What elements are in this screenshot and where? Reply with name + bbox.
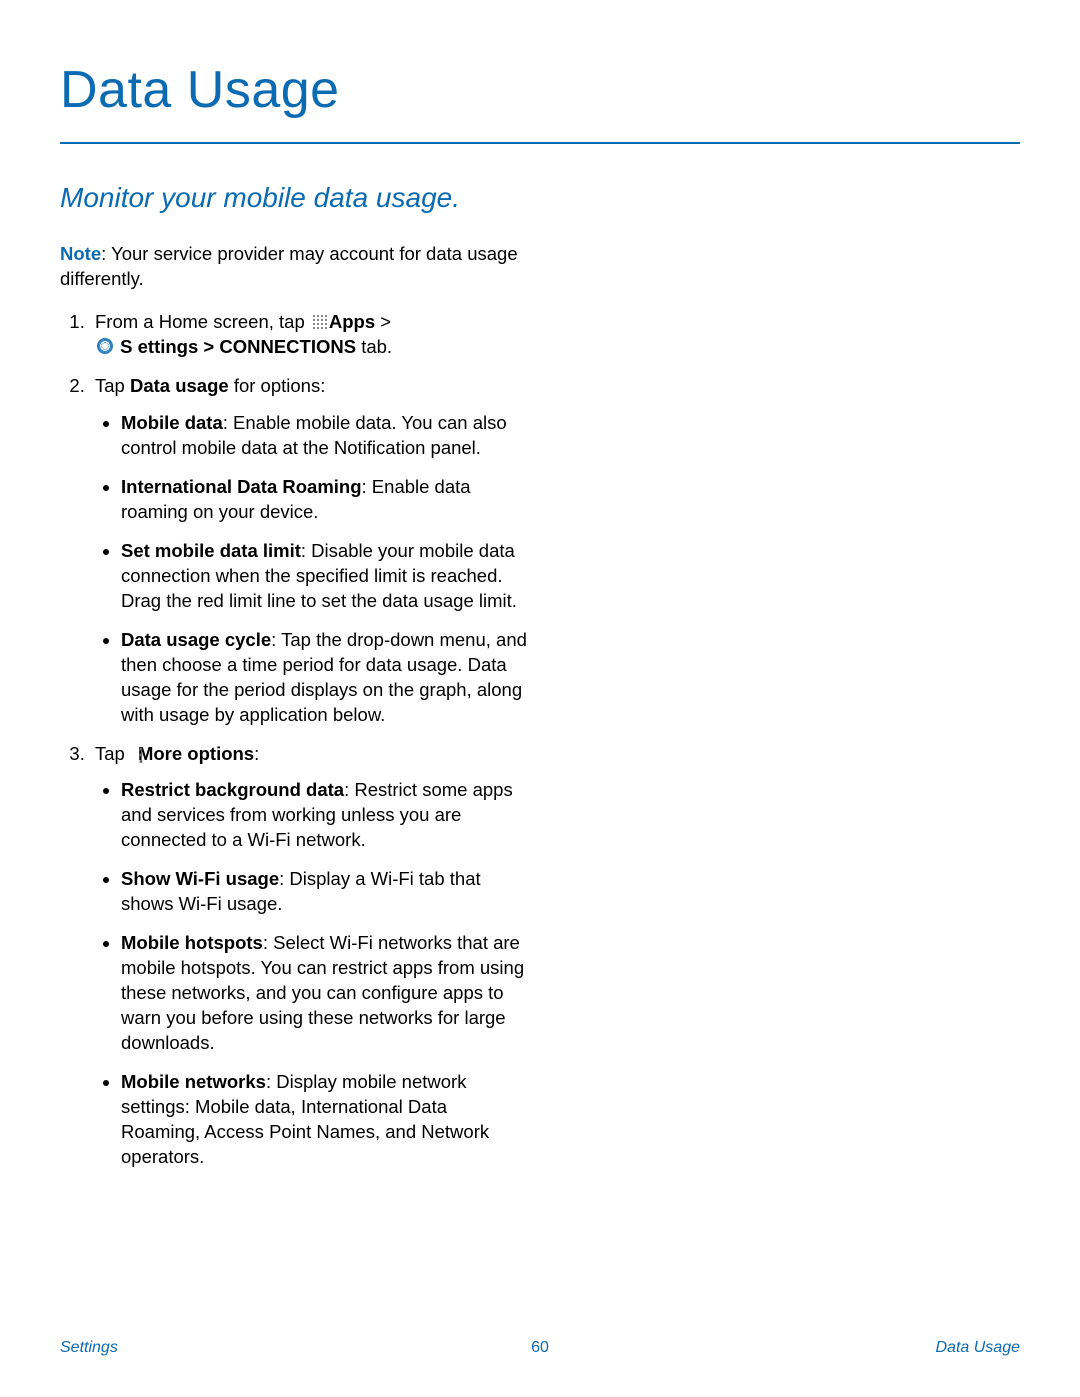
apps-icon [312, 314, 327, 329]
footer-right: Data Usage [936, 1339, 1021, 1357]
step2-bullets: Mobile data: Enable mobile data. You can… [95, 411, 530, 728]
body-column: Note: Your service provider may account … [60, 242, 530, 1170]
step2-datausage: Data usage [130, 375, 229, 396]
bullet-mobile-data: Mobile data: Enable mobile data. You can… [121, 411, 530, 461]
label-hotspots: Mobile hotspots [121, 932, 263, 953]
step1-gt2: > [198, 336, 219, 357]
step1-gt1: > [375, 311, 391, 332]
step1-pre: From a Home screen, tap [95, 311, 310, 332]
bullet-intl-roaming: International Data Roaming: Enable data … [121, 475, 530, 525]
more-icon [132, 743, 136, 759]
page-footer: Settings 60 Data Usage [60, 1339, 1020, 1357]
page-title: Data Usage [60, 60, 1020, 120]
step1-tab: tab. [356, 336, 392, 357]
step-1: From a Home screen, tap Apps > S ettings… [90, 310, 530, 360]
bullet-show-wifi: Show Wi-Fi usage: Display a Wi-Fi tab th… [121, 867, 530, 917]
bullet-usage-cycle: Data usage cycle: Tap the drop-down menu… [121, 628, 530, 728]
settings-icon [97, 338, 113, 354]
step1-apps: Apps [329, 311, 375, 332]
label-data-limit: Set mobile data limit [121, 540, 301, 561]
label-mobile-networks: Mobile networks [121, 1071, 266, 1092]
bullet-mobile-networks: Mobile networks: Display mobile network … [121, 1070, 530, 1170]
title-rule [60, 142, 1020, 144]
label-restrict-bg: Restrict background data [121, 779, 344, 800]
step-2: Tap Data usage for options: Mobile data:… [90, 374, 530, 728]
footer-page-number: 60 [531, 1339, 549, 1357]
bullet-restrict-bg: Restrict background data: Restrict some … [121, 778, 530, 853]
note-label: Note [60, 243, 101, 264]
bullet-hotspots: Mobile hotspots: Select Wi-Fi networks t… [121, 931, 530, 1056]
step3-bullets: Restrict background data: Restrict some … [95, 778, 530, 1170]
note-line: Note: Your service provider may account … [60, 242, 530, 292]
steps-list: From a Home screen, tap Apps > S ettings… [60, 310, 530, 1170]
step1-connections: CONNECTIONS [219, 336, 356, 357]
note-text: : Your service provider may account for … [60, 243, 518, 289]
step3-pre: Tap [95, 743, 130, 764]
step2-post: for options: [229, 375, 326, 396]
label-show-wifi: Show Wi-Fi usage [121, 868, 279, 889]
footer-left: Settings [60, 1339, 118, 1357]
bullet-data-limit: Set mobile data limit: Disable your mobi… [121, 539, 530, 614]
label-usage-cycle: Data usage cycle [121, 629, 271, 650]
label-intl-roaming: International Data Roaming [121, 476, 362, 497]
step3-more: More options [138, 743, 254, 764]
page-subtitle: Monitor your mobile data usage. [60, 182, 1020, 214]
label-mobile-data: Mobile data [121, 412, 223, 433]
step3-post: : [254, 743, 259, 764]
step1-settings: S ettings [120, 336, 198, 357]
step2-pre: Tap [95, 375, 130, 396]
step-3: Tap More options: Restrict background da… [90, 742, 530, 1171]
